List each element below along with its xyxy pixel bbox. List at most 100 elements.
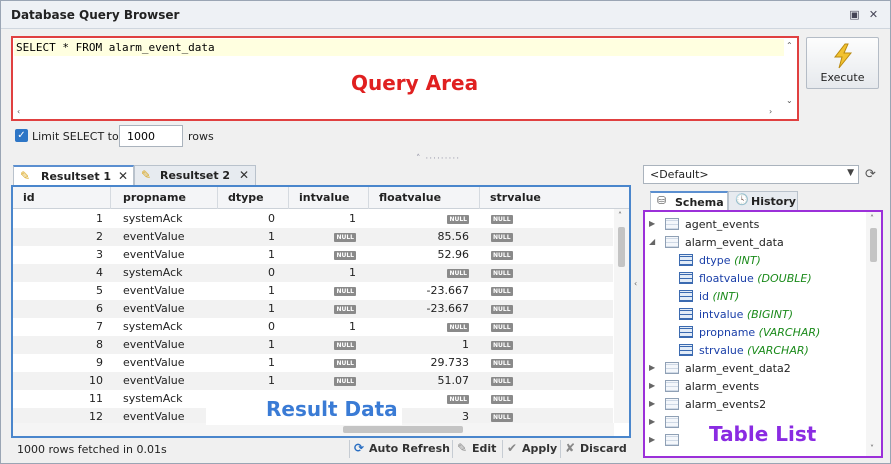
cell-floatvalue[interactable]: 52.96 — [438, 248, 470, 261]
table-row[interactable]: 9 eventValue 1 NULL 29.733 NULL — [13, 354, 613, 372]
cell-id[interactable]: 2 — [96, 230, 103, 243]
close-icon[interactable]: ✕ — [867, 8, 880, 21]
cell-floatvalue[interactable]: 51.07 — [438, 374, 470, 387]
table-row[interactable]: 8 eventValue 1 NULL 1 NULL — [13, 336, 613, 354]
scroll-left-icon[interactable]: ‹ — [17, 107, 20, 117]
table-row[interactable]: 7 systemAck 0 1 NULL NULL — [13, 318, 613, 336]
cell-id[interactable]: 6 — [96, 302, 103, 315]
cell-floatvalue[interactable]: 1 — [462, 338, 469, 351]
scroll-up-icon[interactable]: ˄ — [618, 211, 622, 221]
tab-resultset-2[interactable]: ✎ Resultset 2 ✕ — [134, 165, 256, 185]
cell-id[interactable]: 10 — [89, 374, 103, 387]
cell-dtype[interactable]: 0 — [268, 320, 275, 333]
column-header-intvalue[interactable]: intvalue — [299, 191, 350, 204]
table-row[interactable]: 2 eventValue 1 NULL 85.56 NULL — [13, 228, 613, 246]
apply-button[interactable]: ✔ Apply — [502, 440, 560, 458]
cell-propname[interactable]: eventValue — [123, 248, 185, 261]
column-header-id[interactable]: id — [23, 191, 35, 204]
scroll-right-icon[interactable]: › — [769, 107, 772, 117]
limit-rows-input[interactable] — [119, 125, 183, 147]
tree-scroll-thumb[interactable] — [870, 228, 877, 262]
query-horizontal-scrollbar[interactable]: ‹ › — [13, 105, 783, 119]
cell-floatvalue[interactable]: -23.667 — [427, 284, 469, 297]
cell-dtype[interactable]: 1 — [268, 338, 275, 351]
expand-right-icon[interactable]: ▶ — [649, 219, 655, 228]
cell-id[interactable]: 3 — [96, 248, 103, 261]
cell-id[interactable]: 1 — [96, 212, 103, 225]
cell-propname[interactable]: eventValue — [123, 230, 185, 243]
scroll-up-icon[interactable]: ˄ — [870, 214, 874, 224]
cell-floatvalue[interactable]: 85.56 — [438, 230, 470, 243]
edit-button[interactable]: ✎ Edit — [452, 440, 502, 458]
cell-propname[interactable]: eventValue — [123, 374, 185, 387]
column-divider[interactable] — [479, 187, 480, 209]
splitter-handle[interactable]: ˄ ········· — [416, 154, 460, 164]
limit-select-checkbox[interactable]: ✓ — [15, 129, 28, 142]
scroll-down-icon[interactable]: ˅ — [870, 444, 874, 454]
table-row[interactable]: 4 systemAck 0 1 NULL NULL — [13, 264, 613, 282]
result-grid[interactable]: id propname dtype intvalue floatvalue st… — [11, 185, 631, 438]
expand-right-icon[interactable]: ▶ — [649, 435, 655, 444]
cell-propname[interactable]: eventValue — [123, 284, 185, 297]
table-list-tree[interactable]: ▶ agent_events ◢ alarm_event_data dtype (INT… — [643, 210, 883, 458]
expand-right-icon[interactable]: ▶ — [649, 363, 655, 372]
cell-id[interactable]: 4 — [96, 266, 103, 279]
column-header-dtype[interactable]: dtype — [228, 191, 264, 204]
column-header-floatvalue[interactable]: floatvalue — [379, 191, 441, 204]
cell-dtype[interactable]: 1 — [268, 302, 275, 315]
tab-history[interactable]: 🕓 History — [728, 191, 798, 210]
discard-button[interactable]: ✘ Discard — [560, 440, 628, 458]
table-row[interactable]: 6 eventValue 1 NULL -23.667 NULL — [13, 300, 613, 318]
expand-down-icon[interactable]: ◢ — [649, 237, 655, 246]
query-text[interactable]: SELECT * FROM alarm_event_data — [16, 41, 215, 54]
cell-propname[interactable]: systemAck — [123, 212, 183, 225]
cell-id[interactable]: 11 — [89, 392, 103, 405]
close-tab-icon[interactable]: ✕ — [239, 168, 249, 182]
cell-propname[interactable]: systemAck — [123, 266, 183, 279]
cell-id[interactable]: 5 — [96, 284, 103, 297]
scroll-down-icon[interactable]: ⌄ — [786, 96, 793, 106]
cell-id[interactable]: 12 — [89, 410, 103, 423]
cell-floatvalue[interactable]: -23.667 — [427, 302, 469, 315]
cell-dtype[interactable]: 0 — [268, 266, 275, 279]
query-vertical-scrollbar[interactable]: ⌃ ⌄ — [783, 38, 797, 119]
scroll-up-icon[interactable]: ⌃ — [786, 41, 793, 51]
column-divider[interactable] — [217, 187, 218, 209]
cell-id[interactable]: 9 — [96, 356, 103, 369]
expand-right-icon[interactable]: ▶ — [649, 417, 655, 426]
refresh-schema-icon[interactable]: ⟳ — [865, 167, 876, 182]
cell-dtype[interactable]: 1 — [268, 356, 275, 369]
grid-vertical-scrollbar[interactable]: ˄ — [614, 209, 629, 423]
execute-button[interactable]: Execute — [806, 37, 879, 89]
tab-resultset-1[interactable]: ✎ Resultset 1 ✕ — [13, 165, 134, 185]
restore-icon[interactable]: ▣ — [848, 8, 861, 21]
cell-propname[interactable]: eventValue — [123, 338, 185, 351]
table-row[interactable]: 10 eventValue 1 NULL 51.07 NULL — [13, 372, 613, 390]
column-divider[interactable] — [110, 187, 111, 209]
cell-dtype[interactable]: 1 — [268, 230, 275, 243]
table-row[interactable]: 3 eventValue 1 NULL 52.96 NULL — [13, 246, 613, 264]
cell-intvalue[interactable]: 1 — [349, 212, 356, 225]
close-tab-icon[interactable]: ✕ — [118, 169, 128, 183]
table-row[interactable]: 1 systemAck 0 1 NULL NULL — [13, 210, 613, 228]
tree-vertical-scrollbar[interactable]: ˄ ˅ — [866, 212, 881, 456]
table-row[interactable]: 5 eventValue 1 NULL -23.667 NULL — [13, 282, 613, 300]
expand-right-icon[interactable]: ▶ — [649, 381, 655, 390]
column-divider[interactable] — [368, 187, 369, 209]
tab-schema[interactable]: ⛁ Schema — [650, 191, 728, 210]
column-header-strvalue[interactable]: strvalue — [490, 191, 541, 204]
cell-propname[interactable]: eventValue — [123, 356, 185, 369]
grid-scroll-thumb[interactable] — [618, 227, 625, 267]
cell-intvalue[interactable]: 1 — [349, 266, 356, 279]
cell-intvalue[interactable]: 1 — [349, 320, 356, 333]
cell-dtype[interactable]: 1 — [268, 284, 275, 297]
cell-propname[interactable]: systemAck — [123, 392, 183, 405]
schema-select[interactable]: <Default> ▼ — [643, 165, 859, 184]
column-header-propname[interactable]: propname — [123, 191, 186, 204]
query-editor[interactable]: SELECT * FROM alarm_event_data Query Are… — [11, 36, 799, 121]
cell-id[interactable]: 8 — [96, 338, 103, 351]
cell-propname[interactable]: eventValue — [123, 410, 185, 423]
chevron-down-icon[interactable]: ▼ — [847, 168, 854, 178]
auto-refresh-button[interactable]: ⟳ Auto Refresh — [349, 440, 451, 458]
column-divider[interactable] — [288, 187, 289, 209]
